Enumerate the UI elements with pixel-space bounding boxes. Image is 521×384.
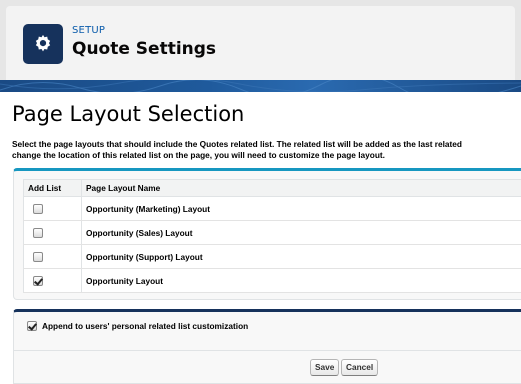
setup-eyebrow: SETUP (72, 25, 106, 36)
page-header-title: Quote Settings (72, 39, 217, 59)
column-header-page-layout-name: Page Layout Name (81, 179, 521, 197)
add-list-checkbox-opportunity[interactable] (33, 275, 43, 286)
column-header-add-list: Add List (23, 179, 82, 197)
layout-name: Opportunity (Support) Layout (81, 244, 521, 269)
layout-name: Opportunity (Sales) Layout (81, 220, 521, 245)
append-customization-checkbox[interactable] (27, 321, 37, 331)
description-line-1: Select the page layouts that should incl… (12, 139, 462, 149)
cancel-button[interactable]: Cancel (341, 359, 379, 376)
append-option: Append to users' personal related list c… (27, 321, 248, 331)
table-row: Opportunity (Marketing) Layout (23, 196, 521, 221)
table-row: Opportunity Layout (23, 268, 521, 293)
header-card: SETUP Quote Settings (6, 6, 515, 80)
save-button[interactable]: Save (310, 359, 340, 376)
append-customization-label: Append to users' personal related list c… (42, 321, 249, 331)
page-description: Select the page layouts that should incl… (12, 139, 521, 160)
add-list-checkbox-support[interactable] (33, 251, 43, 262)
page-title: Page Layout Selection (12, 102, 245, 126)
page-layout-table: Add List Page Layout Name Opportunity (M… (23, 179, 521, 293)
table-header-row: Add List Page Layout Name (23, 179, 521, 197)
header-decorative-stripe (0, 80, 521, 92)
append-panel: Append to users' personal related list c… (13, 309, 521, 384)
page-layout-panel: Add List Page Layout Name Opportunity (M… (13, 168, 521, 300)
description-line-2: change the location of this related list… (12, 149, 385, 160)
add-list-checkbox-marketing[interactable] (33, 203, 43, 214)
setup-header: SETUP Quote Settings (0, 0, 521, 92)
gear-icon (23, 24, 63, 64)
layout-name: Opportunity (Marketing) Layout (81, 196, 521, 221)
add-list-checkbox-sales[interactable] (33, 227, 43, 238)
panel-divider (14, 350, 521, 351)
table-row: Opportunity (Support) Layout (23, 244, 521, 269)
layout-name: Opportunity Layout (81, 268, 521, 293)
table-row: Opportunity (Sales) Layout (23, 220, 521, 245)
